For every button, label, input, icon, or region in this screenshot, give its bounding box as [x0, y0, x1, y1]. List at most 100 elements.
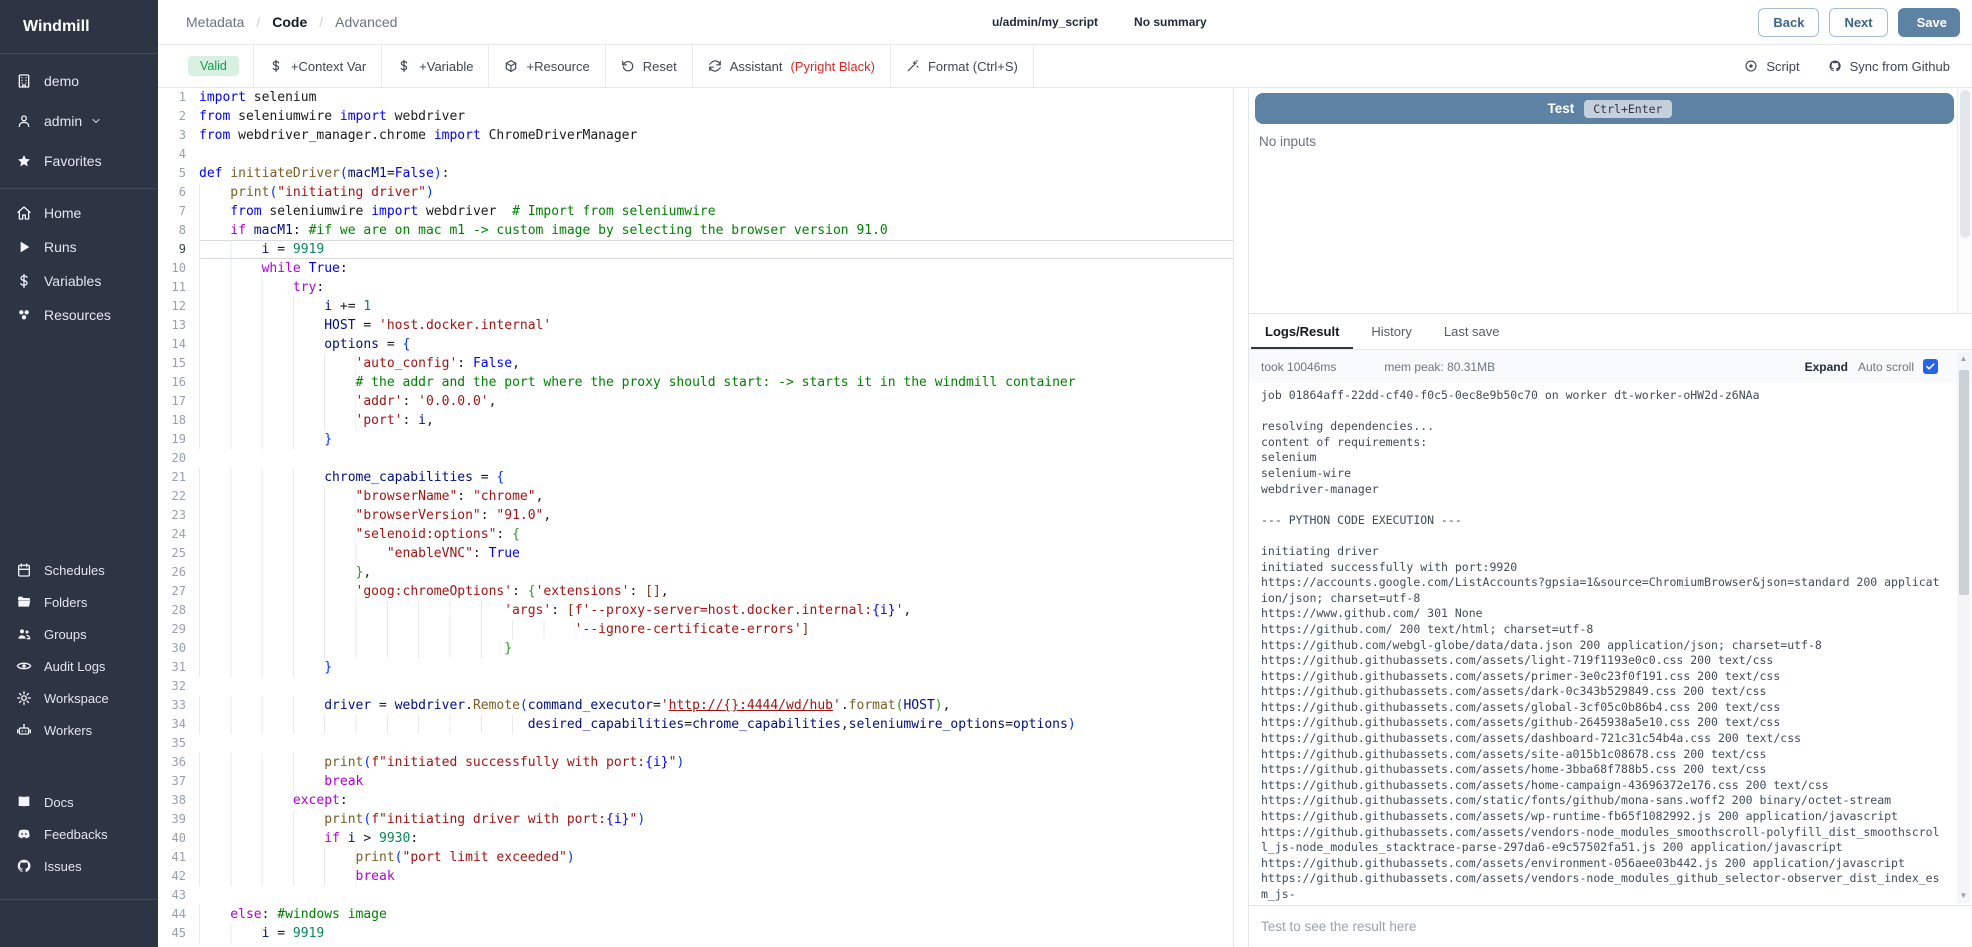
code-line[interactable]: 8if macM1: #if we are on mac m1 -> custo…: [158, 221, 1233, 240]
script-path-edit[interactable]: u/admin/my_script: [986, 15, 1098, 29]
code-line[interactable]: 19}: [158, 430, 1233, 449]
variable-button[interactable]: +Variable: [382, 45, 489, 87]
sidebar-item-home[interactable]: Home: [0, 196, 158, 230]
tab-metadata[interactable]: Metadata: [186, 14, 244, 30]
code-line[interactable]: 27'goog:chromeOptions': {'extensions': […: [158, 582, 1233, 601]
sidebar-item-audit-logs[interactable]: Audit Logs: [0, 650, 158, 682]
sidebar-item-variables[interactable]: Variables: [0, 264, 158, 298]
code-line[interactable]: 24"selenoid:options": {: [158, 525, 1233, 544]
code-line[interactable]: 6print("initiating driver"): [158, 183, 1233, 202]
assistant-button[interactable]: Assistant(Pyright Black): [693, 45, 891, 87]
sidebar-item-issues[interactable]: Issues: [0, 850, 158, 882]
code-line[interactable]: 15'auto_config': False,: [158, 354, 1233, 373]
code-line[interactable]: 33driver = webdriver.Remote(command_exec…: [158, 696, 1233, 715]
back-button[interactable]: Back: [1758, 8, 1819, 37]
code-line[interactable]: 38except:: [158, 791, 1233, 810]
sidebar-item-workspace[interactable]: Workspace: [0, 682, 158, 714]
code-line[interactable]: 36print(f"initiated successfully with po…: [158, 753, 1233, 772]
sidebar-item-demo[interactable]: demo: [0, 61, 158, 101]
sidebar-item-workers[interactable]: Workers: [0, 714, 158, 746]
sidebar-item-feedbacks[interactable]: Feedbacks: [0, 818, 158, 850]
windmill-logo[interactable]: Windmill: [0, 0, 158, 54]
sidebar-item-docs[interactable]: Docs: [0, 786, 158, 818]
reset-button[interactable]: Reset: [606, 45, 693, 87]
code-line[interactable]: 40if i > 9930:: [158, 829, 1233, 848]
context-var-button[interactable]: +Context Var: [254, 45, 382, 87]
scroll-up-icon[interactable]: ▲: [1960, 352, 1968, 366]
line-number: 8: [158, 221, 199, 240]
sidebar-item-schedules[interactable]: Schedules: [0, 554, 158, 586]
sync-from-github-button[interactable]: Sync from Github: [1828, 59, 1950, 74]
code-line[interactable]: 37break: [158, 772, 1233, 791]
script-summary-edit[interactable]: No summary: [1128, 15, 1207, 29]
next-button[interactable]: Next: [1829, 8, 1887, 37]
tab-code[interactable]: Code: [272, 14, 307, 30]
code-line[interactable]: 34desired_capabilities=chrome_capabiliti…: [158, 715, 1233, 734]
code-line[interactable]: 12i += 1: [158, 297, 1233, 316]
code-line[interactable]: 5def initiateDriver(macM1=False):: [158, 164, 1233, 183]
log-output[interactable]: job 01864aff-22dd-cf40-f0c5-0ec8e9b50c70…: [1249, 383, 1972, 905]
sidebar-collapse-button[interactable]: [0, 899, 158, 947]
autoscroll-checkbox[interactable]: [1923, 359, 1938, 374]
sidebar-item-resources[interactable]: Resources: [0, 298, 158, 332]
code-line[interactable]: 7from seleniumwire import webdriver # Im…: [158, 202, 1233, 221]
tab-history[interactable]: History: [1357, 314, 1425, 349]
sidebar-item-runs[interactable]: Runs: [0, 230, 158, 264]
sidebar-item-admin[interactable]: admin: [0, 101, 158, 141]
logs-section: Logs/ResultHistoryLast save took 10046ms…: [1249, 314, 1972, 947]
code-line[interactable]: 3from webdriver_manager.chrome import Ch…: [158, 126, 1233, 145]
cube-icon: [504, 59, 518, 73]
code-line[interactable]: 4: [158, 145, 1233, 164]
code-line[interactable]: 45i = 9919: [158, 924, 1233, 943]
code-line[interactable]: 35: [158, 734, 1233, 753]
test-button[interactable]: Test Ctrl+Enter: [1255, 93, 1954, 124]
tab-last-save[interactable]: Last save: [1430, 314, 1514, 349]
format-ctrl-s-button[interactable]: Format (Ctrl+S): [891, 45, 1034, 87]
logs-scrollbar-thumb[interactable]: [1959, 370, 1969, 595]
expand-button[interactable]: Expand: [1805, 360, 1848, 374]
code-line[interactable]: 17'addr': '0.0.0.0',: [158, 392, 1233, 411]
code-line[interactable]: 1import selenium: [158, 88, 1233, 107]
scroll-down-icon[interactable]: ▼: [1960, 889, 1968, 903]
logs-scrollbar-track[interactable]: [1957, 366, 1970, 889]
code-line[interactable]: 10while True:: [158, 259, 1233, 278]
indent-guides: [199, 278, 293, 297]
inputs-scrollbar[interactable]: [1957, 88, 1972, 313]
code-line[interactable]: 9i = 9919: [158, 240, 1233, 259]
code-line[interactable]: 14options = {: [158, 335, 1233, 354]
code-line[interactable]: 29'--ignore-certificate-errors']: [158, 620, 1233, 639]
code-line[interactable]: 42break: [158, 867, 1233, 886]
code-line[interactable]: 18'port': i,: [158, 411, 1233, 430]
sidebar-item-groups[interactable]: Groups: [0, 618, 158, 650]
code-line[interactable]: 16# the addr and the port where the prox…: [158, 373, 1233, 392]
resource-button[interactable]: +Resource: [489, 45, 605, 87]
code-line[interactable]: 20: [158, 449, 1233, 468]
code-line[interactable]: 43: [158, 886, 1233, 905]
code-editor[interactable]: 1import selenium2from seleniumwire impor…: [158, 88, 1233, 947]
code-line[interactable]: 25"enableVNC": True: [158, 544, 1233, 563]
code-line[interactable]: 23"browserVersion": "91.0",: [158, 506, 1233, 525]
editor-toolbar: Valid +Context Var+Variable+ResourceRese…: [158, 45, 1972, 88]
logs-scrollbar[interactable]: ▲ ▼: [1957, 352, 1970, 903]
panel-splitter[interactable]: [1233, 88, 1249, 947]
tab-advanced[interactable]: Advanced: [335, 14, 397, 30]
code-line[interactable]: 11try:: [158, 278, 1233, 297]
sidebar-item-folders[interactable]: Folders: [0, 586, 158, 618]
code-line[interactable]: 26},: [158, 563, 1233, 582]
code-line[interactable]: 21chrome_capabilities = {: [158, 468, 1233, 487]
code-line[interactable]: 39print(f"initiating driver with port:{i…: [158, 810, 1233, 829]
code-line[interactable]: 30}: [158, 639, 1233, 658]
code-line[interactable]: 28'args': [f'--proxy-server=host.docker.…: [158, 601, 1233, 620]
code-line[interactable]: 2from seleniumwire import webdriver: [158, 107, 1233, 126]
code-line[interactable]: 31}: [158, 658, 1233, 677]
code-line[interactable]: 41print("port limit exceeded"): [158, 848, 1233, 867]
code-line[interactable]: 22"browserName": "chrome",: [158, 487, 1233, 506]
inputs-scrollbar-thumb[interactable]: [1960, 90, 1970, 238]
code-line[interactable]: 32: [158, 677, 1233, 696]
sidebar-item-favorites[interactable]: Favorites: [0, 141, 158, 181]
code-line[interactable]: 13HOST = 'host.docker.internal': [158, 316, 1233, 335]
tab-logs-result[interactable]: Logs/Result: [1251, 314, 1353, 349]
save-button[interactable]: Save: [1898, 8, 1960, 37]
code-line[interactable]: 44else: #windows image: [158, 905, 1233, 924]
script-button[interactable]: Script: [1744, 59, 1799, 74]
